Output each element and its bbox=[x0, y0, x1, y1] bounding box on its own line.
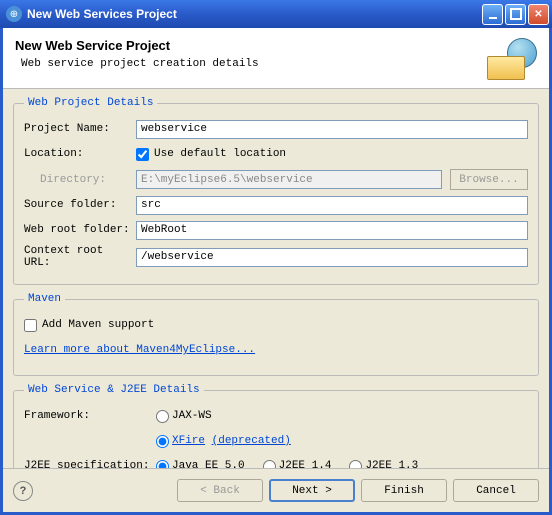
web-root-label: Web root folder: bbox=[24, 224, 136, 236]
project-name-input[interactable] bbox=[136, 120, 528, 139]
radio-label: Java EE 5.0 bbox=[172, 460, 245, 468]
source-folder-label: Source folder: bbox=[24, 199, 136, 211]
app-icon: ⊕ bbox=[6, 6, 22, 22]
maven-group: Maven Add Maven support Learn more about… bbox=[13, 293, 539, 376]
framework-label: Framework: bbox=[24, 410, 156, 422]
location-label: Location: bbox=[24, 148, 136, 160]
maven-learn-more-link[interactable]: Learn more about Maven4MyEclipse... bbox=[24, 344, 255, 356]
use-default-location-label: Use default location bbox=[154, 148, 286, 160]
back-button: < Back bbox=[177, 479, 263, 502]
banner: New Web Service Project Web service proj… bbox=[3, 28, 549, 89]
web-root-input[interactable] bbox=[136, 221, 528, 240]
webservice-j2ee-group: Web Service & J2EE Details Framework: JA… bbox=[13, 384, 539, 468]
framework-xfire-option[interactable]: XFire (deprecated) bbox=[156, 435, 291, 448]
help-button[interactable]: ? bbox=[13, 481, 33, 501]
directory-label: Directory: bbox=[24, 174, 136, 186]
group-legend: Web Service & J2EE Details bbox=[24, 384, 204, 396]
framework-jaxws-radio[interactable] bbox=[156, 410, 169, 423]
use-default-location-checkbox[interactable] bbox=[136, 148, 149, 161]
radio-label: XFire (deprecated) bbox=[172, 435, 291, 447]
group-legend: Maven bbox=[24, 293, 65, 305]
j2ee-14-radio[interactable] bbox=[263, 460, 276, 469]
radio-label: JAX-WS bbox=[172, 410, 212, 422]
next-button[interactable]: Next > bbox=[269, 479, 355, 502]
j2ee-14-option[interactable]: J2EE 1.4 bbox=[263, 460, 332, 469]
maximize-button[interactable] bbox=[505, 4, 526, 25]
framework-xfire-radio[interactable] bbox=[156, 435, 169, 448]
finish-button[interactable]: Finish bbox=[361, 479, 447, 502]
window-title: New Web Services Project bbox=[27, 7, 482, 21]
close-button[interactable] bbox=[528, 4, 549, 25]
j2ee-13-radio[interactable] bbox=[349, 460, 362, 469]
web-project-details-group: Web Project Details Project Name: Locati… bbox=[13, 97, 539, 285]
add-maven-checkbox[interactable] bbox=[24, 319, 37, 332]
minimize-button[interactable] bbox=[482, 4, 503, 25]
page-title: New Web Service Project bbox=[15, 38, 487, 53]
j2ee-13-option[interactable]: J2EE 1.3 bbox=[349, 460, 418, 469]
j2ee-ee5-option[interactable]: Java EE 5.0 bbox=[156, 460, 245, 469]
context-root-input[interactable] bbox=[136, 248, 528, 267]
button-bar: ? < Back Next > Finish Cancel bbox=[3, 468, 549, 512]
radio-label: J2EE 1.4 bbox=[279, 460, 332, 468]
add-maven-label: Add Maven support bbox=[42, 319, 154, 331]
j2ee-ee5-radio[interactable] bbox=[156, 460, 169, 469]
browse-button: Browse... bbox=[450, 169, 528, 190]
page-subtitle: Web service project creation details bbox=[21, 58, 487, 70]
directory-input bbox=[136, 170, 442, 189]
window-controls bbox=[482, 4, 549, 25]
cancel-button[interactable]: Cancel bbox=[453, 479, 539, 502]
framework-jaxws-option[interactable]: JAX-WS bbox=[156, 410, 212, 423]
source-folder-input[interactable] bbox=[136, 196, 528, 215]
wizard-icon bbox=[487, 38, 537, 80]
group-legend: Web Project Details bbox=[24, 97, 157, 109]
j2ee-spec-label: J2EE specification: bbox=[24, 460, 156, 468]
context-root-label: Context root URL: bbox=[24, 245, 136, 269]
titlebar: ⊕ New Web Services Project bbox=[0, 0, 552, 28]
project-name-label: Project Name: bbox=[24, 123, 136, 135]
radio-label: J2EE 1.3 bbox=[365, 460, 418, 468]
